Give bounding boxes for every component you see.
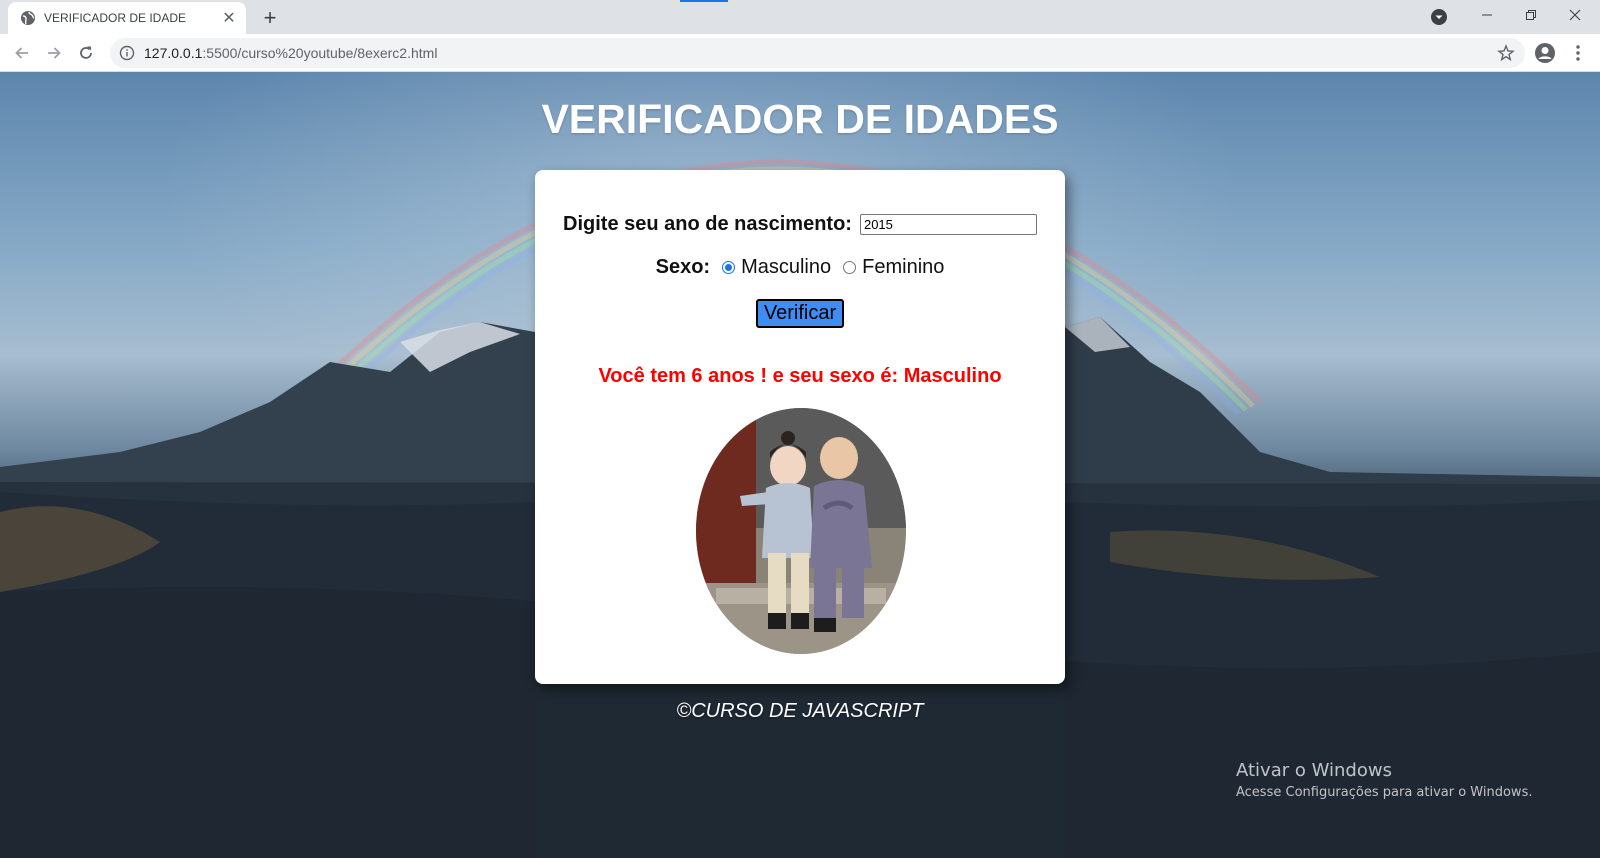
account-icon[interactable] xyxy=(1531,39,1559,67)
forward-arrow-icon[interactable] xyxy=(40,39,68,67)
address-bar[interactable]: 127.0.0.1:5500/curso%20youtube/8exerc2.h… xyxy=(110,38,1525,68)
windows-activation-watermark: Ativar o Windows Acesse Configurações pa… xyxy=(1236,760,1532,800)
year-row: Digite seu ano de nascimento: xyxy=(535,213,1065,236)
result-text: Você tem 6 anos ! e seu sexo é: Masculin… xyxy=(598,365,1002,387)
menu-dots-icon[interactable] xyxy=(1564,39,1592,67)
tab-title: VERIFICADOR DE IDADE xyxy=(44,11,187,25)
browser-toolbar: 127.0.0.1:5500/curso%20youtube/8exerc2.h… xyxy=(0,34,1600,72)
verify-button[interactable]: Verificar xyxy=(756,299,844,328)
info-icon[interactable] xyxy=(118,44,136,62)
radio-masculino-label[interactable]: Masculino xyxy=(741,256,831,279)
back-arrow-icon[interactable] xyxy=(8,39,36,67)
radio-masculino[interactable] xyxy=(722,261,736,274)
year-input[interactable] xyxy=(859,214,1037,235)
radio-feminino-label[interactable]: Feminino xyxy=(862,256,944,279)
result-photo xyxy=(696,408,906,654)
tab-active[interactable]: VERIFICADOR DE IDADE ✕ xyxy=(8,2,246,34)
tab-close-icon[interactable]: ✕ xyxy=(220,9,238,27)
new-tab-button[interactable]: + xyxy=(256,5,284,30)
page-title: VERIFICADOR DE IDADES xyxy=(541,96,1059,142)
year-label: Digite seu ano de nascimento: xyxy=(563,213,852,235)
footer-copyright: ©CURSO DE JAVASCRIPT xyxy=(676,700,924,722)
tab-loading-indicator xyxy=(680,0,728,2)
url-text: 127.0.0.1:5500/curso%20youtube/8exerc2.h… xyxy=(144,45,437,61)
sex-row: Sexo: Masculino Feminino xyxy=(535,256,1065,279)
tab-search-icon[interactable] xyxy=(1430,8,1448,26)
reload-icon[interactable] xyxy=(72,39,100,67)
url-path: :5500/curso%20youtube/8exerc2.html xyxy=(202,45,438,61)
globe-icon xyxy=(20,10,36,26)
window-close-icon[interactable] xyxy=(1552,0,1598,30)
bookmark-star-icon[interactable] xyxy=(1497,44,1515,62)
sex-label: Sexo: xyxy=(655,256,711,278)
radio-feminino[interactable] xyxy=(843,261,857,274)
tab-strip: VERIFICADOR DE IDADE ✕ + xyxy=(0,0,1600,34)
activation-subtitle: Acesse Configurações para ativar o Windo… xyxy=(1236,785,1533,800)
minimize-icon[interactable] xyxy=(1464,0,1510,30)
page-viewport: VERIFICADOR DE IDADES Digite seu ano de … xyxy=(0,72,1600,858)
restore-icon[interactable] xyxy=(1508,0,1554,30)
activation-title: Ativar o Windows xyxy=(1236,760,1392,781)
form-card: Digite seu ano de nascimento: Sexo: Masc… xyxy=(535,170,1065,684)
url-host: 127.0.0.1 xyxy=(144,45,203,61)
